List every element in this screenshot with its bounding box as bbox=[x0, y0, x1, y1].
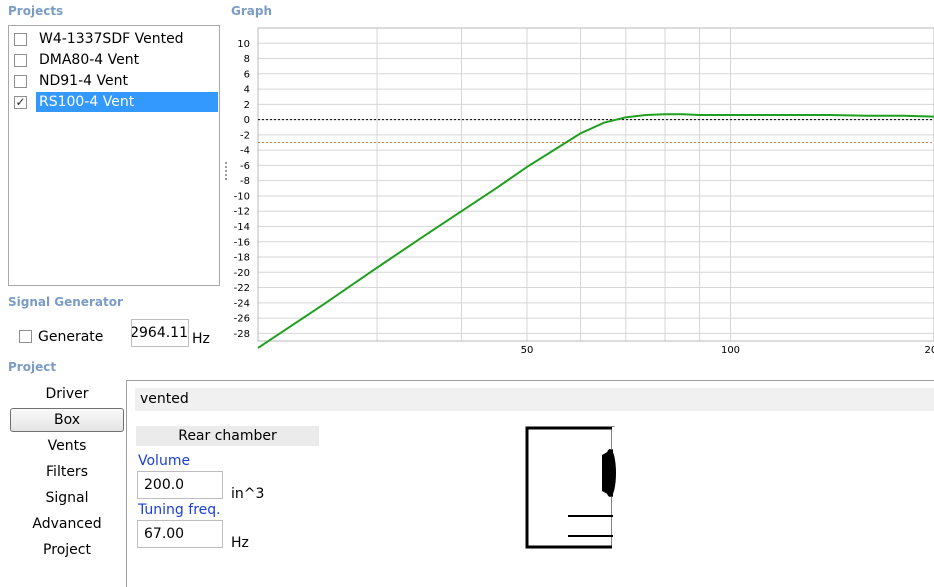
x-tick-label: 50 bbox=[521, 345, 534, 356]
project-label: W4-1337SDF Vented bbox=[39, 31, 184, 47]
project-checkbox-checked[interactable]: ✓ bbox=[14, 96, 27, 109]
generate-checkbox[interactable] bbox=[19, 330, 32, 343]
y-tick-label: -2 bbox=[240, 130, 250, 141]
driver-cone bbox=[604, 449, 616, 497]
project-checkbox[interactable] bbox=[14, 75, 27, 88]
x-tick-label: 200 bbox=[924, 345, 934, 356]
y-tick-label: -14 bbox=[234, 222, 250, 233]
tuning-unit-label: Hz bbox=[231, 535, 249, 551]
volume-label: Volume bbox=[138, 453, 191, 469]
nav-vents[interactable]: Vents bbox=[10, 434, 124, 458]
projects-list[interactable]: W4-1337SDF Vented DMA80-4 Vent ND91-4 Ve… bbox=[8, 25, 220, 286]
enclosure-outline bbox=[525, 426, 615, 549]
tuning-freq-label: Tuning freq. bbox=[138, 502, 221, 518]
y-tick-label: 10 bbox=[237, 39, 250, 50]
graph-title: Graph bbox=[231, 4, 272, 18]
generate-label: Generate bbox=[38, 329, 104, 345]
nav-advanced[interactable]: Advanced bbox=[10, 512, 124, 536]
frequency-input[interactable]: 2964.11 bbox=[131, 319, 189, 347]
box-diagram bbox=[525, 426, 618, 549]
project-checkbox[interactable] bbox=[14, 54, 27, 67]
y-tick-label: -10 bbox=[234, 191, 250, 202]
project-item[interactable]: ND91-4 Vent bbox=[10, 71, 219, 91]
plot-frame bbox=[257, 27, 934, 342]
nav-project[interactable]: Project bbox=[10, 538, 124, 562]
y-tick-label: 8 bbox=[244, 54, 250, 65]
project-item[interactable]: DMA80-4 Vent bbox=[10, 50, 219, 70]
project-label: ND91-4 Vent bbox=[39, 73, 128, 89]
project-label: DMA80-4 Vent bbox=[39, 52, 140, 68]
y-tick-label: -22 bbox=[234, 283, 250, 294]
nav-filters[interactable]: Filters bbox=[10, 460, 124, 484]
y-tick-label: -24 bbox=[234, 298, 250, 309]
y-tick-label: 0 bbox=[244, 115, 250, 126]
y-tick-label: -20 bbox=[234, 268, 250, 279]
y-tick-label: -4 bbox=[240, 146, 250, 157]
project-item[interactable]: W4-1337SDF Vented bbox=[10, 29, 219, 49]
y-tick-label: -8 bbox=[240, 176, 250, 187]
rear-chamber-label: Rear chamber bbox=[136, 426, 319, 446]
y-tick-label: -28 bbox=[234, 329, 250, 340]
response-curve bbox=[257, 113, 934, 349]
tuning-freq-input[interactable]: 67.00 bbox=[137, 520, 223, 548]
project-item-selected[interactable]: ✓ RS100-4 Vent bbox=[10, 92, 219, 112]
projects-title: Projects bbox=[8, 4, 64, 18]
y-tick-label: -12 bbox=[234, 207, 250, 218]
nav-box[interactable]: Box bbox=[10, 408, 124, 432]
nav-signal[interactable]: Signal bbox=[10, 486, 124, 510]
volume-unit-label: in^3 bbox=[231, 486, 265, 502]
response-graph: 10 8 6 4 2 0 -2 -4 -6 -8 -10 -12 -14 -16 -18 -20 -22 -24 -… bbox=[229, 24, 934, 360]
frequency-unit-label: Hz bbox=[192, 331, 210, 347]
box-type-bar[interactable]: vented bbox=[135, 388, 934, 411]
nav-driver[interactable]: Driver bbox=[10, 382, 124, 406]
project-panel-title: Project bbox=[8, 360, 57, 374]
y-tick-label: 4 bbox=[244, 85, 250, 96]
project-checkbox[interactable] bbox=[14, 33, 27, 46]
frequency-response-chart: 10 8 6 4 2 0 -2 -4 -6 -8 -10 -12 -14 -16 -18 -20 -22 -24 -… bbox=[234, 27, 934, 356]
y-tick-label: -26 bbox=[234, 314, 250, 325]
y-tick-label: -16 bbox=[234, 237, 250, 248]
signal-generator-title: Signal Generator bbox=[8, 295, 123, 309]
y-tick-label: 2 bbox=[244, 100, 250, 111]
project-label: RS100-4 Vent bbox=[36, 92, 218, 112]
x-tick-label: 100 bbox=[721, 345, 740, 356]
y-tick-label: -18 bbox=[234, 253, 250, 264]
volume-input[interactable]: 200.0 bbox=[137, 471, 223, 499]
y-tick-label: -6 bbox=[240, 161, 250, 172]
y-tick-label: 6 bbox=[244, 69, 250, 80]
